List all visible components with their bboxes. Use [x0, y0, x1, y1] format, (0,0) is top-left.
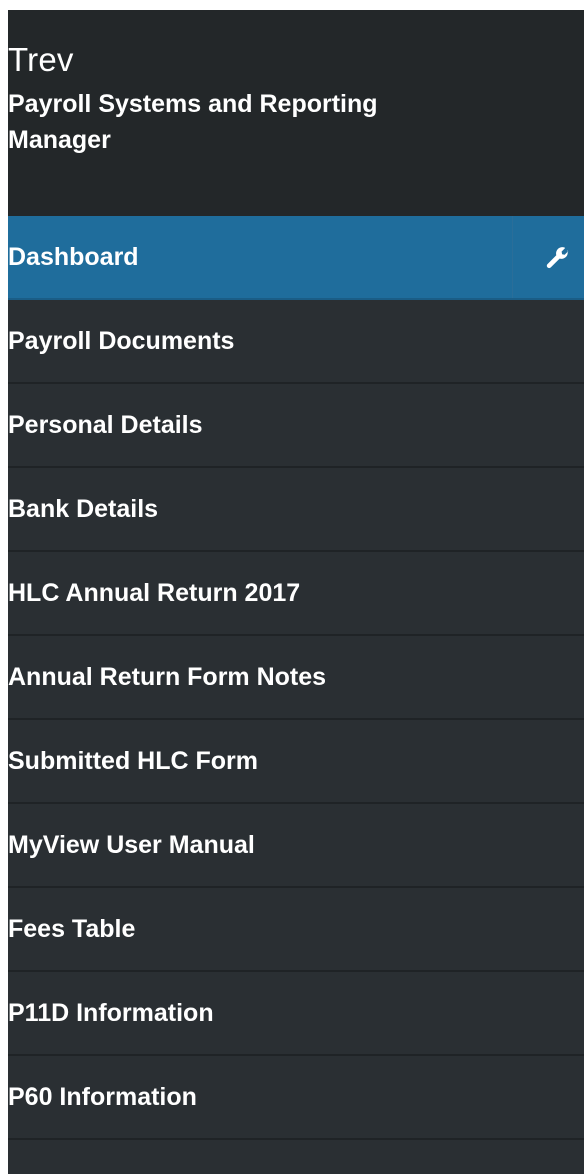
menu-item-submitted-hlc-form[interactable]: Submitted HLC Form	[8, 720, 584, 804]
menu-item-label: Fees Table	[8, 915, 136, 943]
user-role: Payroll Systems and Reporting Manager	[8, 90, 378, 154]
menu-item-label: MyView User Manual	[8, 831, 255, 859]
menu-item-label: HLC Annual Return 2017	[8, 579, 301, 607]
menu-item-bank-details[interactable]: Bank Details	[8, 468, 584, 552]
menu-item-dashboard[interactable]: Dashboard	[8, 216, 584, 300]
menu-item-personal-details[interactable]: Personal Details	[8, 384, 584, 468]
menu-item-label: Dashboard	[8, 243, 139, 271]
menu-item-p60-information[interactable]: P60 Information	[8, 1056, 584, 1140]
menu-item-label: Bank Details	[8, 495, 159, 523]
menu-item-label: Personal Details	[8, 411, 203, 439]
wrench-icon	[546, 247, 569, 269]
nav-menu: Dashboard Payroll Documents Personal Det…	[8, 216, 584, 1140]
menu-item-payroll-documents[interactable]: Payroll Documents	[8, 300, 584, 384]
menu-item-label: Payroll Documents	[8, 327, 235, 355]
menu-item-hlc-annual-return[interactable]: HLC Annual Return 2017	[8, 552, 584, 636]
menu-item-label: P11D Information	[8, 999, 214, 1027]
menu-item-label: Submitted HLC Form	[8, 747, 258, 775]
menu-item-p11d-information[interactable]: P11D Information	[8, 972, 584, 1056]
menu-item-label: Annual Return Form Notes	[8, 663, 327, 691]
user-name: Trev	[8, 41, 74, 78]
sidebar: Trev Payroll Systems and Reporting Manag…	[8, 10, 584, 1174]
menu-item-fees-table[interactable]: Fees Table	[8, 888, 584, 972]
dashboard-settings-button[interactable]	[512, 216, 584, 298]
menu-item-myview-user-manual[interactable]: MyView User Manual	[8, 804, 584, 888]
user-header: Trev Payroll Systems and Reporting Manag…	[8, 10, 584, 216]
menu-item-label: P60 Information	[8, 1083, 197, 1111]
menu-item-annual-return-form-notes[interactable]: Annual Return Form Notes	[8, 636, 584, 720]
